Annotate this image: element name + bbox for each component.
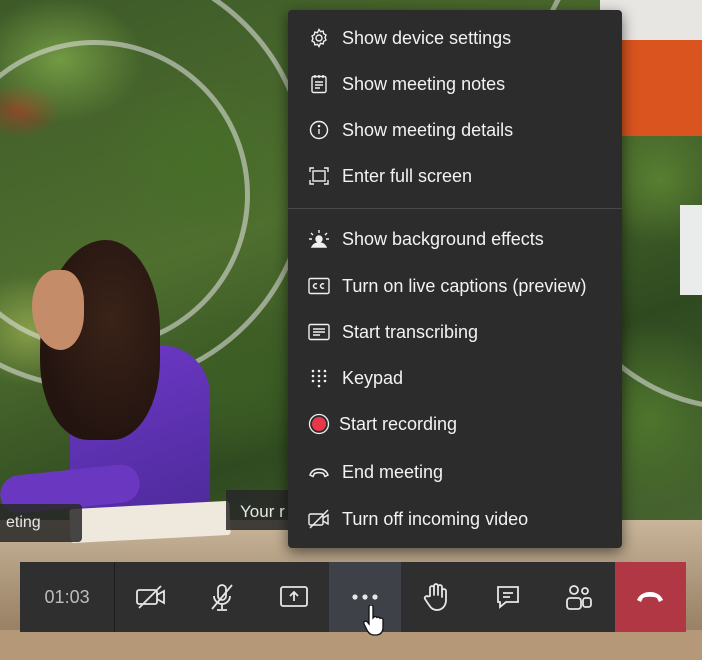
transcript-icon bbox=[308, 321, 330, 343]
menu-item-incoming-video[interactable]: Turn off incoming video bbox=[288, 497, 622, 541]
chat-icon bbox=[496, 586, 519, 609]
raise-hand-button[interactable] bbox=[401, 562, 472, 632]
hand-cursor-icon bbox=[363, 605, 384, 636]
menu-item-transcribe[interactable]: Start transcribing bbox=[288, 310, 622, 354]
hang-up-button[interactable] bbox=[614, 562, 687, 632]
more-options-icon bbox=[352, 594, 378, 600]
menu-item-label: Start transcribing bbox=[342, 321, 479, 342]
menu-item-start-recording[interactable]: Start recording bbox=[288, 402, 622, 446]
background-effects-icon bbox=[308, 228, 330, 250]
menu-item-device-settings[interactable]: Show device settings bbox=[288, 16, 622, 60]
keypad-icon bbox=[308, 367, 330, 389]
menu-item-label: Show device settings bbox=[342, 27, 512, 48]
menu-item-label: Turn off incoming video bbox=[342, 508, 529, 529]
fullscreen-icon bbox=[308, 165, 330, 187]
raise-hand-icon bbox=[424, 583, 448, 611]
menu-item-background-effects[interactable]: Show background effects bbox=[288, 217, 622, 261]
menu-item-label: Enter full screen bbox=[342, 165, 473, 186]
participants-icon bbox=[566, 585, 592, 610]
mic-off-icon bbox=[211, 584, 233, 611]
menu-item-label: Show background effects bbox=[342, 228, 544, 249]
captions-icon bbox=[308, 275, 330, 297]
hang-up-icon bbox=[637, 592, 664, 602]
mic-toggle-button[interactable] bbox=[187, 562, 258, 632]
menu-item-label: Turn on live captions (preview) bbox=[342, 275, 587, 296]
share-screen-icon bbox=[279, 586, 308, 607]
menu-divider bbox=[288, 208, 622, 209]
menu-item-label: Keypad bbox=[342, 367, 404, 388]
participants-button[interactable] bbox=[543, 562, 614, 632]
table-edge bbox=[0, 630, 702, 660]
camera-toggle-button[interactable] bbox=[115, 562, 186, 632]
menu-item-end-meeting[interactable]: End meeting bbox=[288, 450, 622, 494]
menu-item-label: Show meeting notes bbox=[342, 73, 506, 94]
menu-item-label: Start recording bbox=[339, 413, 458, 434]
menu-item-meeting-notes[interactable]: Show meeting notes bbox=[288, 62, 622, 106]
menu-item-full-screen[interactable]: Enter full screen bbox=[288, 154, 622, 198]
chat-button[interactable] bbox=[472, 562, 543, 632]
notes-icon bbox=[308, 73, 330, 95]
menu-item-meeting-details[interactable]: Show meeting details bbox=[288, 108, 622, 152]
menu-item-label: Show meeting details bbox=[342, 119, 514, 140]
call-timer: 01:03 bbox=[20, 562, 116, 632]
gear-icon bbox=[308, 27, 330, 49]
menu-item-keypad[interactable]: Keypad bbox=[288, 356, 622, 400]
call-controls-bar: 01:03 bbox=[20, 562, 687, 632]
record-icon bbox=[308, 413, 330, 435]
menu-item-live-captions[interactable]: Turn on live captions (preview) bbox=[288, 264, 622, 308]
menu-item-label: End meeting bbox=[342, 461, 444, 482]
end-meeting-icon bbox=[308, 461, 330, 483]
share-screen-button[interactable] bbox=[258, 562, 329, 632]
participant-name-tag: eting bbox=[0, 504, 82, 542]
video-off-icon bbox=[308, 508, 330, 530]
more-options-menu: Show device settings Show meeting notes … bbox=[288, 10, 622, 548]
camera-off-icon bbox=[135, 585, 165, 609]
info-icon bbox=[308, 119, 330, 141]
